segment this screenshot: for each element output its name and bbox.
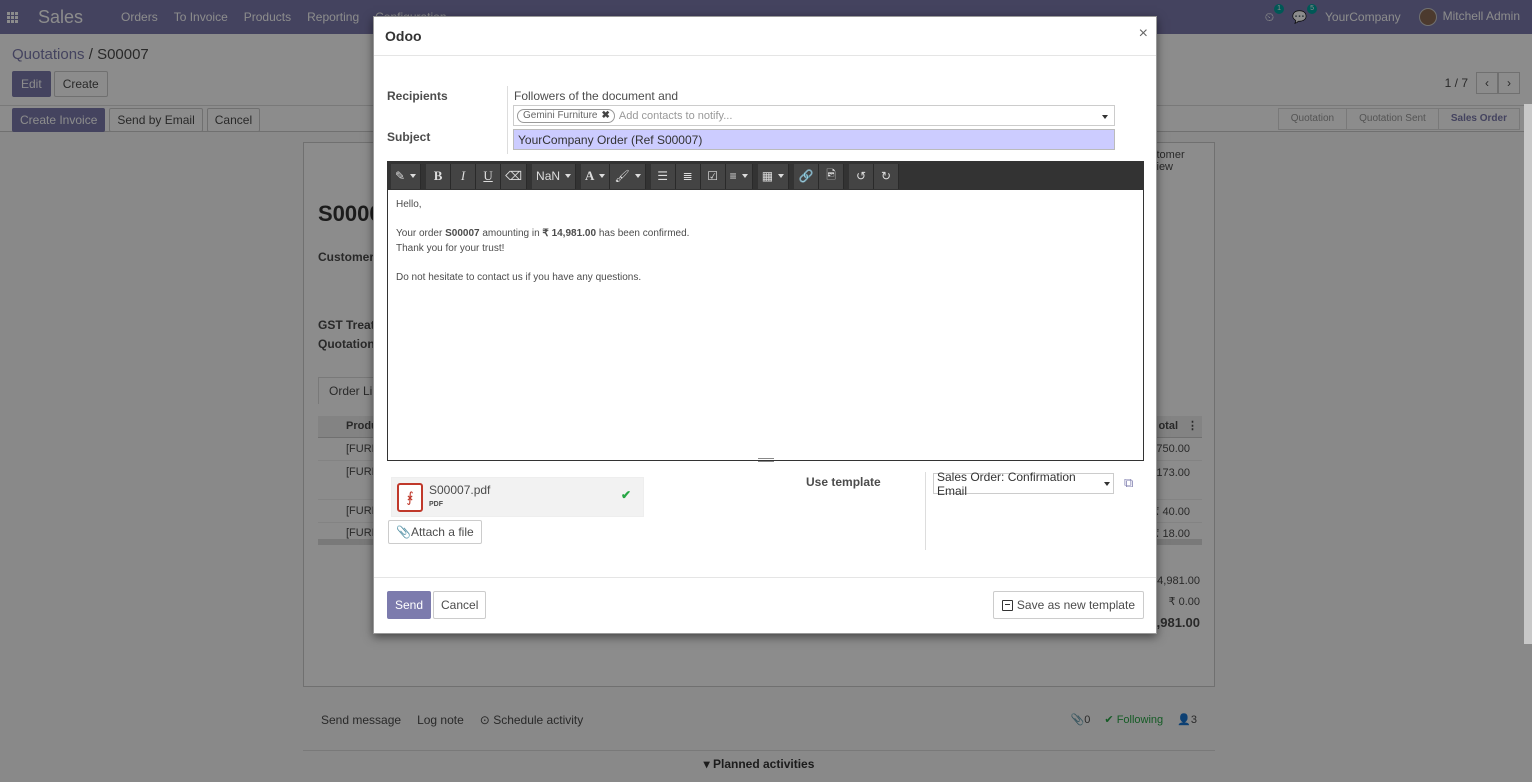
body-greeting: Hello, bbox=[396, 199, 422, 210]
checklist-icon[interactable]: ☑ bbox=[700, 163, 726, 189]
chevron-down-icon bbox=[1104, 481, 1110, 486]
recipient-tag[interactable]: Gemini Furniture ✖ bbox=[517, 108, 615, 123]
link-icon[interactable]: 🔗 bbox=[794, 163, 820, 189]
save-as-template-label: Save as new template bbox=[1016, 598, 1135, 612]
body-line-1: Your order S00007 amounting in ₹ 14,981.… bbox=[396, 228, 690, 239]
magic-wand-icon: ✎ bbox=[395, 169, 406, 183]
table-dropdown[interactable]: ▦ bbox=[757, 163, 790, 189]
font-size-value: NaN bbox=[536, 169, 561, 183]
image-icon[interactable]: 🖻 bbox=[819, 163, 845, 189]
undo-icon[interactable]: ↺ bbox=[849, 163, 875, 189]
recipients-placeholder[interactable]: Add contacts to notify... bbox=[619, 110, 733, 122]
email-body[interactable]: Hello, Your order S00007 amounting in ₹ … bbox=[388, 190, 1143, 293]
editor-toolbar: ✎ B I U ⌫ NaN A 🖌 ☰ ≣ ☑ ≡ ▦ 🔗 🖻 ↺ ↻ bbox=[388, 162, 1143, 190]
external-link-icon[interactable]: ⧉ bbox=[1124, 475, 1133, 491]
align-left-icon: ≡ bbox=[729, 169, 737, 183]
subject-label: Subject bbox=[387, 130, 431, 144]
recipient-tag-label: Gemini Furniture bbox=[523, 109, 598, 121]
order-reference: S00007 bbox=[445, 228, 480, 239]
numbered-list-icon[interactable]: ≣ bbox=[675, 163, 701, 189]
italic-button[interactable]: I bbox=[451, 163, 477, 189]
font-size-dropdown[interactable]: NaN bbox=[532, 163, 577, 189]
paint-brush-icon: 🖌 bbox=[614, 169, 630, 183]
font-color-icon: A bbox=[585, 168, 595, 183]
font-color-dropdown[interactable]: A bbox=[581, 163, 611, 189]
remove-tag-icon[interactable]: ✖ bbox=[601, 110, 609, 122]
paperclip-icon: 📎 bbox=[396, 525, 411, 539]
modal-header: Odoo × bbox=[374, 17, 1156, 56]
paragraph-align-dropdown[interactable]: ≡ bbox=[725, 163, 753, 189]
attachment-name[interactable]: S00007.pdf bbox=[429, 483, 490, 497]
chevron-down-icon[interactable] bbox=[1102, 115, 1108, 119]
html-editor: ✎ B I U ⌫ NaN A 🖌 ☰ ≣ ☑ ≡ ▦ 🔗 🖻 ↺ ↻ Hell… bbox=[387, 161, 1144, 462]
template-value: Sales Order: Confirmation Email bbox=[937, 469, 1076, 498]
attachment-item[interactable]: ⨘ S00007.pdf PDF ✔ bbox=[391, 477, 644, 517]
subject-input[interactable]: YourCompany Order (Ref S00007) bbox=[513, 129, 1115, 150]
table-icon: ▦ bbox=[761, 169, 774, 183]
style-dropdown[interactable]: ✎ bbox=[391, 163, 422, 189]
redo-icon[interactable]: ↻ bbox=[874, 163, 900, 189]
send-button[interactable]: Send bbox=[387, 591, 432, 619]
use-template-label: Use template bbox=[806, 475, 881, 489]
modal-title: Odoo bbox=[385, 28, 422, 44]
cancel-button[interactable]: Cancel bbox=[433, 591, 487, 619]
body-line-2: Thank you for your trust! bbox=[396, 242, 505, 254]
modal-footer: Send Cancel Save as new template bbox=[374, 577, 1156, 634]
bold-button[interactable]: B bbox=[426, 163, 452, 189]
underline-button[interactable]: U bbox=[476, 163, 502, 189]
attach-file-label: Attach a file bbox=[410, 525, 474, 539]
compose-email-dialog: Odoo × Recipients Subject Followers of t… bbox=[373, 16, 1157, 634]
bullet-list-icon[interactable]: ☰ bbox=[650, 163, 676, 189]
save-as-template-button[interactable]: Save as new template bbox=[992, 591, 1144, 619]
body-line-3: Do not hesitate to contact us if you hav… bbox=[396, 271, 642, 283]
eraser-icon[interactable]: ⌫ bbox=[501, 163, 528, 189]
recipients-description: Followers of the document and bbox=[514, 89, 679, 103]
order-amount: ₹ 14,981.00 bbox=[542, 228, 597, 239]
template-select[interactable]: Sales Order: Confirmation Email bbox=[933, 470, 1114, 498]
label-divider bbox=[507, 86, 508, 154]
pdf-file-icon: ⨘ bbox=[397, 483, 423, 512]
recipients-input[interactable]: Gemini Furniture ✖ Add contacts to notif… bbox=[513, 105, 1115, 126]
attachment-extension: PDF bbox=[429, 501, 443, 508]
check-icon: ✔ bbox=[620, 488, 631, 502]
floppy-disk-icon bbox=[1001, 599, 1013, 611]
template-divider bbox=[925, 472, 926, 550]
background-color-dropdown[interactable]: 🖌 bbox=[610, 163, 646, 189]
attach-file-button[interactable]: 📎Attach a file bbox=[388, 520, 482, 544]
close-icon[interactable]: × bbox=[1139, 25, 1148, 43]
page-scrollbar[interactable] bbox=[1524, 104, 1532, 644]
editor-resize-handle[interactable] bbox=[758, 458, 774, 462]
recipients-label: Recipients bbox=[387, 89, 448, 103]
